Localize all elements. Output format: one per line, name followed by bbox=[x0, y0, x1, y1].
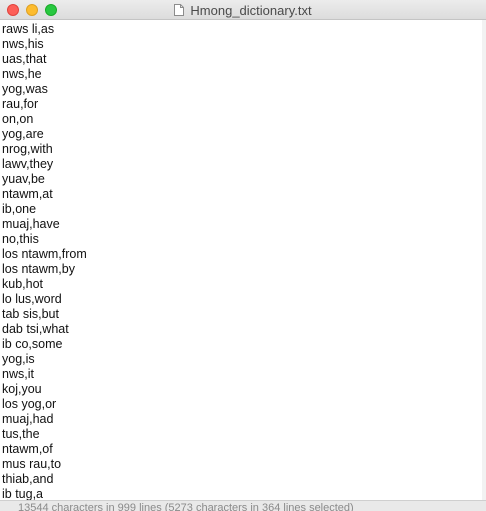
text-lines: raws li,as nws,his uas,that nws,he yog,was ra… bbox=[0, 20, 486, 500]
text-line[interactable]: yog,are bbox=[2, 127, 486, 142]
text-line[interactable]: thiab,and bbox=[2, 472, 486, 487]
text-line[interactable]: lawv,they bbox=[2, 157, 486, 172]
text-line[interactable]: ib co,some bbox=[2, 337, 486, 352]
text-line[interactable]: rau,for bbox=[2, 97, 486, 112]
text-line[interactable]: tab sis,but bbox=[2, 307, 486, 322]
text-line[interactable]: ntawm,at bbox=[2, 187, 486, 202]
text-line[interactable]: nrog,with bbox=[2, 142, 486, 157]
text-editing-area[interactable]: raws li,as nws,his uas,that nws,he yog,was ra… bbox=[0, 20, 486, 500]
text-line[interactable]: muaj,have bbox=[2, 217, 486, 232]
text-line[interactable]: uas,that bbox=[2, 52, 486, 67]
window-title: Hmong_dictionary.txt bbox=[0, 0, 486, 20]
text-line[interactable]: kub,hot bbox=[2, 277, 486, 292]
text-line[interactable]: los ntawm,from bbox=[2, 247, 486, 262]
window-title-text: Hmong_dictionary.txt bbox=[190, 2, 312, 18]
text-line[interactable]: los yog,or bbox=[2, 397, 486, 412]
text-line[interactable]: los ntawm,by bbox=[2, 262, 486, 277]
text-line[interactable]: on,on bbox=[2, 112, 486, 127]
text-line[interactable]: nws,his bbox=[2, 37, 486, 52]
status-bar: 13544 characters in 999 lines (5273 char… bbox=[0, 500, 486, 511]
text-line[interactable]: ntawm,of bbox=[2, 442, 486, 457]
text-line[interactable]: yog,was bbox=[2, 82, 486, 97]
title-bar[interactable]: Hmong_dictionary.txt bbox=[0, 0, 486, 20]
text-line[interactable]: nws,it bbox=[2, 367, 486, 382]
text-line[interactable]: ib tug,a bbox=[2, 487, 486, 500]
text-editor-window: Hmong_dictionary.txt raws li,as nws,his ua… bbox=[0, 0, 486, 511]
text-line[interactable]: mus rau,to bbox=[2, 457, 486, 472]
text-line[interactable]: ib,one bbox=[2, 202, 486, 217]
text-line[interactable]: no,this bbox=[2, 232, 486, 247]
text-line[interactable]: dab tsi,what bbox=[2, 322, 486, 337]
status-bar-text: 13544 characters in 999 lines (5273 char… bbox=[18, 502, 354, 511]
text-line[interactable]: tus,the bbox=[2, 427, 486, 442]
text-line[interactable]: yuav,be bbox=[2, 172, 486, 187]
text-line[interactable]: muaj,had bbox=[2, 412, 486, 427]
text-line[interactable]: nws,he bbox=[2, 67, 486, 82]
text-line[interactable]: raws li,as bbox=[2, 22, 486, 37]
vertical-scrollbar-track[interactable] bbox=[482, 20, 486, 500]
text-line[interactable]: yog,is bbox=[2, 352, 486, 367]
text-document-icon bbox=[174, 4, 185, 16]
text-line[interactable]: lo lus,word bbox=[2, 292, 486, 307]
text-line[interactable]: koj,you bbox=[2, 382, 486, 397]
